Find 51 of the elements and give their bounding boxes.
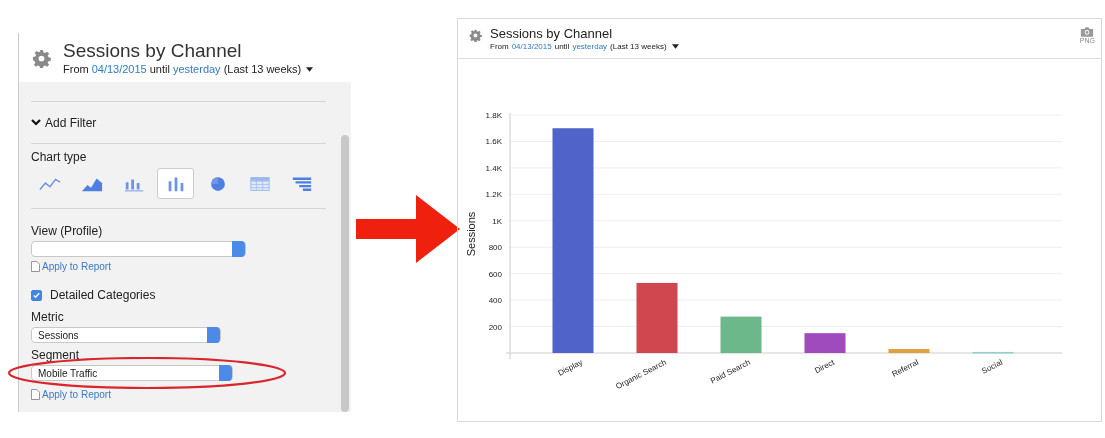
y-tick-label: 1.4K [485,163,502,173]
caret-icon[interactable] [306,66,314,72]
report-title: Sessions by Channel [63,40,243,62]
gear-icon[interactable] [469,29,482,42]
segment-label: Segment [31,348,81,362]
view-profile-label: View (Profile) [31,224,104,238]
end-date-link[interactable]: yesterday [572,42,608,51]
y-tick-label: 1.8K [485,111,502,120]
caret-icon[interactable] [671,44,679,49]
gear-icon[interactable] [32,49,51,68]
document-icon [31,389,40,400]
range-suffix: (Last 13 weeks) [223,63,302,75]
bar [636,282,678,353]
add-filter-toggle[interactable]: Add Filter [45,115,97,130]
report-title: Sessions by Channel [490,26,614,41]
chart-type-option[interactable] [157,168,194,199]
start-date-link[interactable]: 04/13/2015 [91,63,147,75]
metric-select[interactable]: Sessions [31,327,221,343]
range-prefix: From [63,63,89,75]
funnel-chart-icon [290,175,313,192]
chart-type-label: Chart type [31,150,88,164]
view-profile-select[interactable] [31,241,246,257]
document-icon [31,261,40,272]
bar [720,316,762,353]
x-category-label: Direct [813,357,836,376]
range-middle: until [554,42,570,51]
checkbox-label: Detailed Categories [50,288,156,302]
apply-to-report-link[interactable]: Apply to Report [42,389,111,400]
bar [804,333,846,353]
table-icon [248,175,271,192]
segment-select[interactable]: Mobile Traffic [31,365,233,381]
y-tick-label: 400 [488,296,502,306]
y-tick-label: 600 [488,269,502,279]
checkbox[interactable] [31,289,42,301]
y-tick-label: 1K [492,216,502,226]
y-axis-title: Sessions [465,211,477,257]
start-date-link[interactable]: 04/13/2015 [511,42,552,51]
bar [972,351,1014,354]
y-tick-label: 800 [488,243,502,253]
range-suffix: (Last 13 weeks) [610,42,667,51]
y-tick-label: 200 [488,322,502,332]
end-date-link[interactable]: yesterday [172,63,221,75]
y-tick-label: 1.2K [485,190,502,200]
bar [888,349,930,353]
range-middle: until [149,63,170,75]
metric-label: Metric [31,310,65,324]
y-tick-label: 1.6K [485,137,502,147]
apply-to-report-link[interactable]: Apply to Report [42,261,111,272]
chevron-down-icon[interactable] [31,119,41,126]
scrollbar[interactable] [341,135,349,412]
range-prefix: From [490,42,509,51]
